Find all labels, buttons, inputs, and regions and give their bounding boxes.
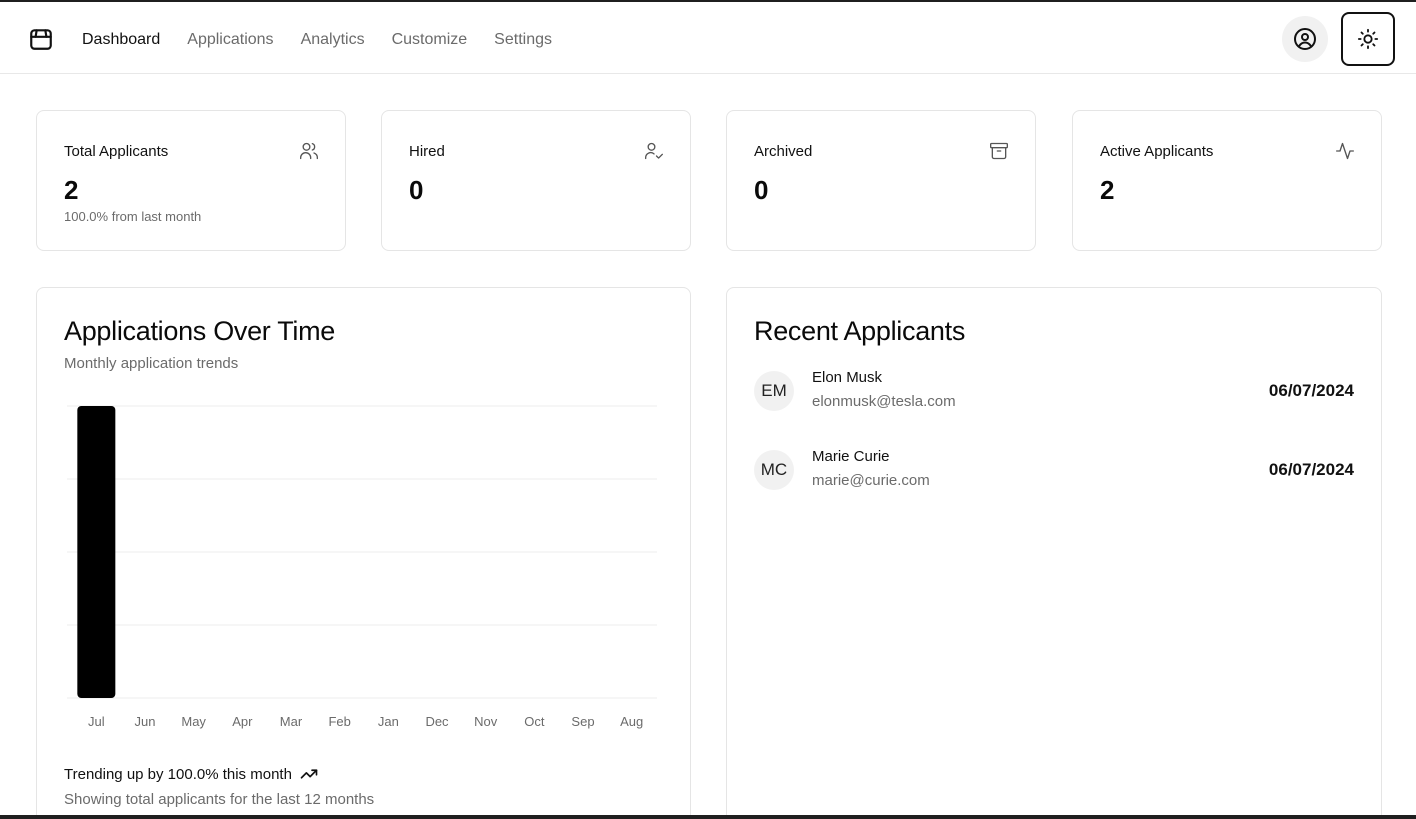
- users-icon: [300, 142, 318, 160]
- activity-icon: [1336, 142, 1354, 160]
- applicant-email: elonmusk@tesla.com: [812, 393, 956, 410]
- trend-text: Trending up by 100.0% this month: [64, 765, 292, 783]
- main-nav: Dashboard Applications Analytics Customi…: [82, 30, 579, 50]
- trending-up-icon: [300, 769, 318, 779]
- applicant-row[interactable]: MC Marie Curie marie@curie.com 06/07/202…: [754, 448, 1354, 498]
- nav-customize[interactable]: Customize: [392, 30, 468, 50]
- archive-icon: [990, 142, 1008, 160]
- user-check-icon: [644, 142, 663, 160]
- chart-card-title: Applications Over Time: [64, 316, 336, 346]
- account-button[interactable]: [1282, 16, 1328, 62]
- stat-card-total-applicants: Total Applicants 2 100.0% from last mont…: [36, 110, 346, 251]
- x-tick-label: Oct: [524, 714, 545, 729]
- trend-summary: Trending up by 100.0% this month: [64, 765, 318, 783]
- stat-value: 2: [64, 175, 79, 205]
- applicant-name: Elon Musk: [812, 369, 883, 386]
- x-tick-label: Mar: [280, 714, 303, 729]
- recent-applicants-title: Recent Applicants: [754, 316, 966, 346]
- sun-icon: [1357, 28, 1379, 50]
- x-tick-label: Jan: [378, 714, 399, 729]
- avatar: MC: [754, 450, 794, 490]
- stat-label: Active Applicants: [1100, 143, 1214, 160]
- nav-applications[interactable]: Applications: [187, 30, 273, 50]
- stat-value: 0: [409, 175, 424, 205]
- chart-card-description: Monthly application trends: [64, 355, 239, 372]
- x-tick-label: Apr: [232, 714, 253, 729]
- avatar: EM: [754, 371, 794, 411]
- stat-card-active-applicants: Active Applicants 2: [1072, 110, 1382, 251]
- stat-label: Archived: [754, 143, 813, 160]
- applications-bar-chart: Jul Jun May Apr Mar Feb Jan Dec Nov Oct Sep Aug: [67, 405, 657, 729]
- chart-bar-jul[interactable]: [77, 406, 116, 698]
- stat-subtext: 100.0% from last month: [64, 209, 202, 224]
- applicant-email: marie@curie.com: [812, 472, 930, 489]
- applicant-row[interactable]: EM Elon Musk elonmusk@tesla.com 06/07/20…: [754, 369, 1354, 419]
- applicant-name: Marie Curie: [812, 448, 890, 465]
- stat-value: 0: [754, 175, 769, 205]
- top-navbar: Dashboard Applications Analytics Customi…: [0, 2, 1416, 74]
- stat-card-hired: Hired 0: [381, 110, 691, 251]
- x-tick-label: Jul: [88, 714, 105, 729]
- x-tick-label: Jun: [135, 714, 156, 729]
- stat-value: 2: [1100, 175, 1115, 205]
- nav-settings[interactable]: Settings: [494, 30, 552, 50]
- stat-card-archived: Archived 0: [726, 110, 1036, 251]
- x-tick-label: Sep: [571, 714, 594, 729]
- x-tick-label: Aug: [620, 714, 643, 729]
- stat-label: Total Applicants: [64, 143, 169, 160]
- window-bottom-border: [0, 815, 1416, 819]
- user-circle-icon: [1294, 28, 1316, 50]
- x-tick-label: May: [181, 714, 206, 729]
- chart-footer-text: Showing total applicants for the last 12…: [64, 791, 375, 808]
- nav-dashboard[interactable]: Dashboard: [82, 30, 160, 50]
- stat-label: Hired: [409, 143, 445, 160]
- applicant-date: 06/07/2024: [1268, 460, 1354, 479]
- recent-applicants-card: Recent Applicants EM Elon Musk elonmusk@…: [726, 287, 1382, 819]
- x-tick-label: Dec: [425, 714, 449, 729]
- nav-analytics[interactable]: Analytics: [301, 30, 365, 50]
- applicant-date: 06/07/2024: [1268, 381, 1354, 400]
- theme-toggle-button[interactable]: [1341, 12, 1395, 66]
- x-tick-label: Nov: [474, 714, 498, 729]
- x-tick-label: Feb: [328, 714, 350, 729]
- package-icon[interactable]: [28, 26, 54, 52]
- applications-chart-card: Applications Over Time Monthly applicati…: [36, 287, 691, 819]
